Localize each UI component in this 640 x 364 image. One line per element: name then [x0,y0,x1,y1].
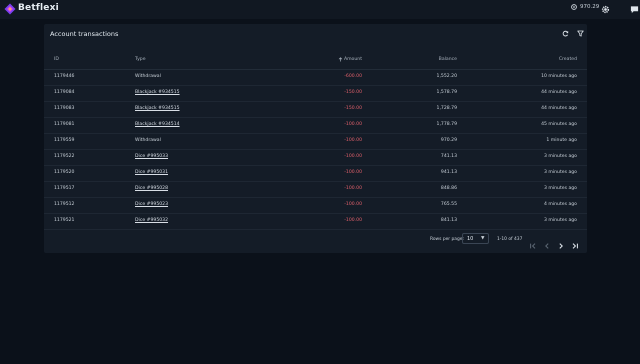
cell-id: 1179520 [54,170,75,175]
pagination-range: 1-10 of 437 [497,237,523,242]
card-title: Account transactions [50,30,119,38]
rows-per-page-select[interactable]: 10 ▼ [462,233,489,244]
cell-type-link[interactable]: Blackjack #934515 [135,106,180,111]
brand-name[interactable]: Betflexi [18,3,59,13]
cell-type-link[interactable]: Dice #995031 [135,170,168,175]
cell-created: 3 minutes ago [544,170,577,175]
table-row: 1179517 Dice #995028 -100.00 848.86 3 minute… [44,181,587,198]
table-header: ID Type Amount Balance Created [44,52,587,70]
coin-icon [571,4,577,10]
column-header-balance[interactable]: Balance [439,57,457,62]
table-row: 1179521 Dice #995032 -100.00 841.13 3 minute… [44,213,587,230]
cell-balance: 941.13 [440,170,457,175]
column-header-amount-wrap[interactable]: Amount [338,57,362,62]
table-row: 1179084 Blackjack #934515 -150.00 1,578.79 4… [44,85,587,102]
cell-created: 3 minutes ago [544,186,577,191]
cell-id: 1179559 [54,138,75,143]
cell-created: 1 minute ago [546,138,577,143]
balance-display[interactable]: 970.29 [571,4,599,10]
cell-type-link[interactable]: Dice #995033 [135,154,168,159]
cell-id: 1179517 [54,186,75,191]
cell-type-link[interactable]: Dice #995032 [135,218,168,223]
filter-icon[interactable] [577,30,584,37]
cell-amount: -100.00 [344,138,362,143]
cell-type-link[interactable]: Blackjack #934514 [135,122,180,127]
cell-created: 44 minutes ago [541,90,577,95]
cell-created: 3 minutes ago [544,154,577,159]
cell-amount: -100.00 [344,186,362,191]
cell-type-link[interactable]: Blackjack #934515 [135,90,180,95]
cell-amount: -100.00 [344,218,362,223]
cell-created: 45 minutes ago [541,122,577,127]
cell-type-link[interactable]: Dice #995023 [135,202,168,207]
column-header-type[interactable]: Type [135,57,146,62]
betflexi-logo-icon[interactable] [4,3,16,15]
cell-id: 1179522 [54,154,75,159]
cell-balance: 970.29 [440,138,457,143]
gear-icon[interactable] [601,5,610,14]
table-row: 1179081 Blackjack #934514 -100.00 1,778.79 4… [44,117,587,134]
table-row: 1179522 Dice #995033 -100.00 741.13 3 minute… [44,149,587,166]
table-row: 1179512 Dice #995023 -100.00 765.55 4 minute… [44,197,587,214]
cell-id: 1179084 [54,90,75,95]
chat-icon[interactable] [630,5,639,14]
transactions-card: Account transactions ID Type Amount Bala… [44,24,587,253]
pagination-bar: Rows per page: 10 ▼ 1-10 of 437 [44,231,587,249]
cell-amount: -100.00 [344,154,362,159]
cell-id: 1179521 [54,218,75,223]
table-row: 1179559 Withdrawal -100.00 970.29 1 minute a… [44,133,587,150]
rows-per-page-label: Rows per page: [430,237,464,242]
cell-balance: 741.13 [440,154,457,159]
top-bar: Betflexi 970.29 [0,0,640,19]
cell-balance: 1,578.79 [436,90,457,95]
cell-type-link[interactable]: Dice #995028 [135,186,168,191]
cell-amount: -100.00 [344,122,362,127]
table-row: 1179446 Withdrawal -600.00 1,552.20 10 minut… [44,69,587,86]
cell-id: 1179512 [54,202,75,207]
cell-created: 3 minutes ago [544,218,577,223]
cell-balance: 848.86 [440,186,457,191]
table-row: 1179520 Dice #995031 -100.00 941.13 3 minute… [44,165,587,182]
cell-amount: -150.00 [344,90,362,95]
cell-amount: -150.00 [344,106,362,111]
cell-amount: -100.00 [344,170,362,175]
column-header-id[interactable]: ID [54,57,59,62]
cell-created: 10 minutes ago [541,74,577,79]
balance-amount: 970.29 [580,4,600,10]
cell-id: 1179083 [54,106,75,111]
last-page-icon[interactable] [571,235,579,249]
cell-type: Withdrawal [135,74,161,79]
column-header-amount: Amount [343,57,362,62]
cell-created: 4 minutes ago [544,202,577,207]
cell-created: 44 minutes ago [541,106,577,111]
chevron-down-icon: ▼ [481,236,485,241]
rows-per-page-value: 10 [467,236,474,242]
sort-ascending-icon [338,57,343,62]
cell-id: 1179081 [54,122,75,127]
cell-amount: -100.00 [344,202,362,207]
column-header-created[interactable]: Created [559,57,577,62]
cell-balance: 1,778.79 [436,122,457,127]
cell-balance: 765.55 [440,202,457,207]
table-row: 1179083 Blackjack #934515 -150.00 1,728.79 4… [44,101,587,118]
cell-type: Withdrawal [135,138,161,143]
first-page-icon[interactable] [529,235,537,249]
next-page-icon[interactable] [557,235,565,249]
cell-amount: -600.00 [344,74,362,79]
cell-balance: 841.13 [440,218,457,223]
cell-id: 1179446 [54,74,75,79]
refresh-icon[interactable] [562,30,569,37]
cell-balance: 1,728.79 [436,106,457,111]
cell-balance: 1,552.20 [436,74,457,79]
previous-page-icon[interactable] [543,235,551,249]
